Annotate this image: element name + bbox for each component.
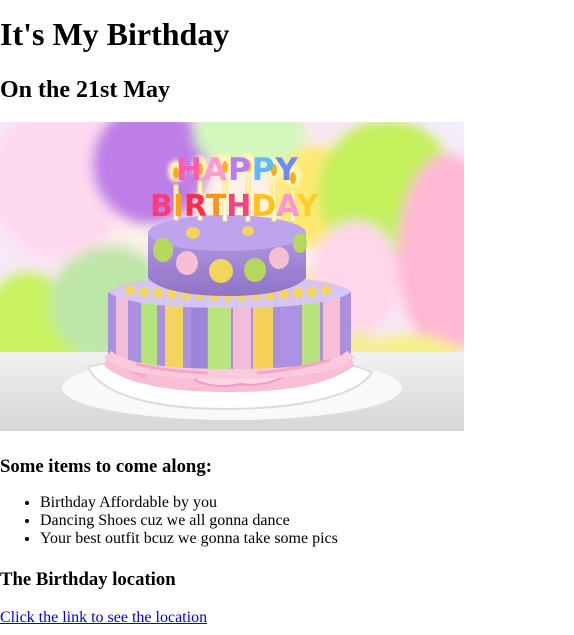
location-link[interactable]: Click the link to see the location [0, 609, 207, 627]
items-heading: Some items to come along: [0, 456, 212, 477]
page-subtitle: On the 21st May [0, 77, 170, 103]
list-item: Birthday Affordable by you [40, 494, 338, 512]
page: It's My Birthday On the 21st May HAPPY B… [0, 0, 574, 635]
svg-text:HAPPY: HAPPY [176, 152, 299, 188]
list-item: Your best outfit bcuz we gonna take some… [40, 530, 338, 548]
page-title: It's My Birthday [0, 16, 230, 52]
items-list: Birthday Affordable by you Dancing Shoes… [0, 494, 338, 548]
location-heading: The Birthday location [0, 569, 176, 590]
list-item: Dancing Shoes cuz we all gonna dance [40, 512, 338, 530]
birthday-cake-image: HAPPY BIRTHDAY [0, 122, 464, 431]
cake-top-tier [148, 215, 307, 296]
svg-text:BIRTHDAY: BIRTHDAY [150, 189, 320, 224]
